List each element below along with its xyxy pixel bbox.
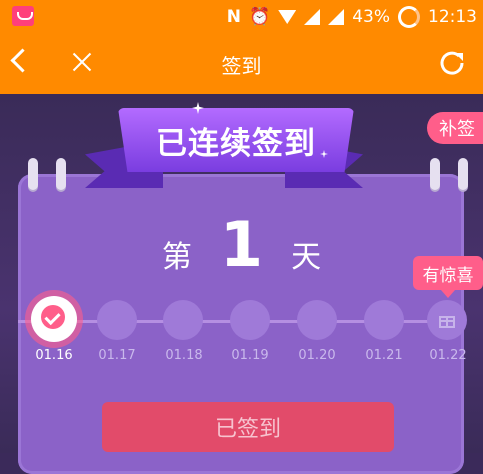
page-title: 签到 bbox=[221, 54, 262, 78]
makeup-checkin-button[interactable]: 补签 bbox=[427, 112, 483, 144]
day-node bbox=[230, 300, 270, 340]
calendar-ring-left-2 bbox=[56, 158, 66, 190]
signed-in-label: 已签到 bbox=[214, 417, 281, 442]
day-date: 01.18 bbox=[165, 348, 203, 363]
header: 签到 bbox=[0, 34, 483, 94]
day-node-checked bbox=[31, 296, 77, 342]
day-date: 01.22 bbox=[429, 348, 467, 363]
day-date: 01.21 bbox=[365, 348, 403, 363]
nfc-icon: N bbox=[226, 7, 242, 27]
makeup-checkin-label: 补签 bbox=[439, 119, 475, 140]
wifi-icon bbox=[278, 10, 297, 24]
day-node bbox=[364, 300, 404, 340]
count-suffix: 天 bbox=[291, 240, 322, 275]
streak-count: 第 1 天 bbox=[0, 196, 483, 276]
refresh-icon[interactable] bbox=[439, 50, 465, 76]
day-node bbox=[97, 300, 137, 340]
app-notification-icon bbox=[12, 6, 34, 26]
streak-banner-text: 已连续签到 bbox=[156, 125, 316, 162]
status-bar: N ⏰ 43% 12:13 bbox=[0, 0, 483, 34]
day-node bbox=[297, 300, 337, 340]
day-date: 01.16 bbox=[35, 348, 73, 363]
day-date: 01.17 bbox=[98, 348, 136, 363]
signed-in-button[interactable]: 已签到 bbox=[102, 402, 394, 452]
surprise-tooltip-text: 有惊喜 bbox=[422, 265, 474, 286]
signal-icon bbox=[304, 9, 321, 25]
calendar-ring-right-1 bbox=[430, 158, 440, 190]
status-icons: N ⏰ 43% 12:13 bbox=[227, 6, 477, 28]
battery-icon bbox=[398, 6, 420, 28]
signal-icon-2 bbox=[328, 9, 345, 25]
day-date: 01.20 bbox=[298, 348, 336, 363]
count-prefix: 第 bbox=[161, 240, 192, 275]
count-number: 1 bbox=[219, 208, 264, 281]
battery-percent: 43% bbox=[352, 7, 390, 27]
gift-icon bbox=[439, 316, 455, 328]
alarm-icon: ⏰ bbox=[249, 7, 271, 27]
calendar-ring-right-2 bbox=[458, 158, 468, 190]
surprise-tooltip: 有惊喜 bbox=[413, 256, 483, 298]
calendar-ring-left-1 bbox=[28, 158, 38, 190]
clock: 12:13 bbox=[428, 7, 477, 27]
day-node-gift bbox=[427, 300, 467, 340]
streak-banner: 已连续签到 bbox=[118, 108, 354, 172]
day-date: 01.19 bbox=[231, 348, 269, 363]
check-icon bbox=[41, 305, 65, 329]
day-node bbox=[163, 300, 203, 340]
